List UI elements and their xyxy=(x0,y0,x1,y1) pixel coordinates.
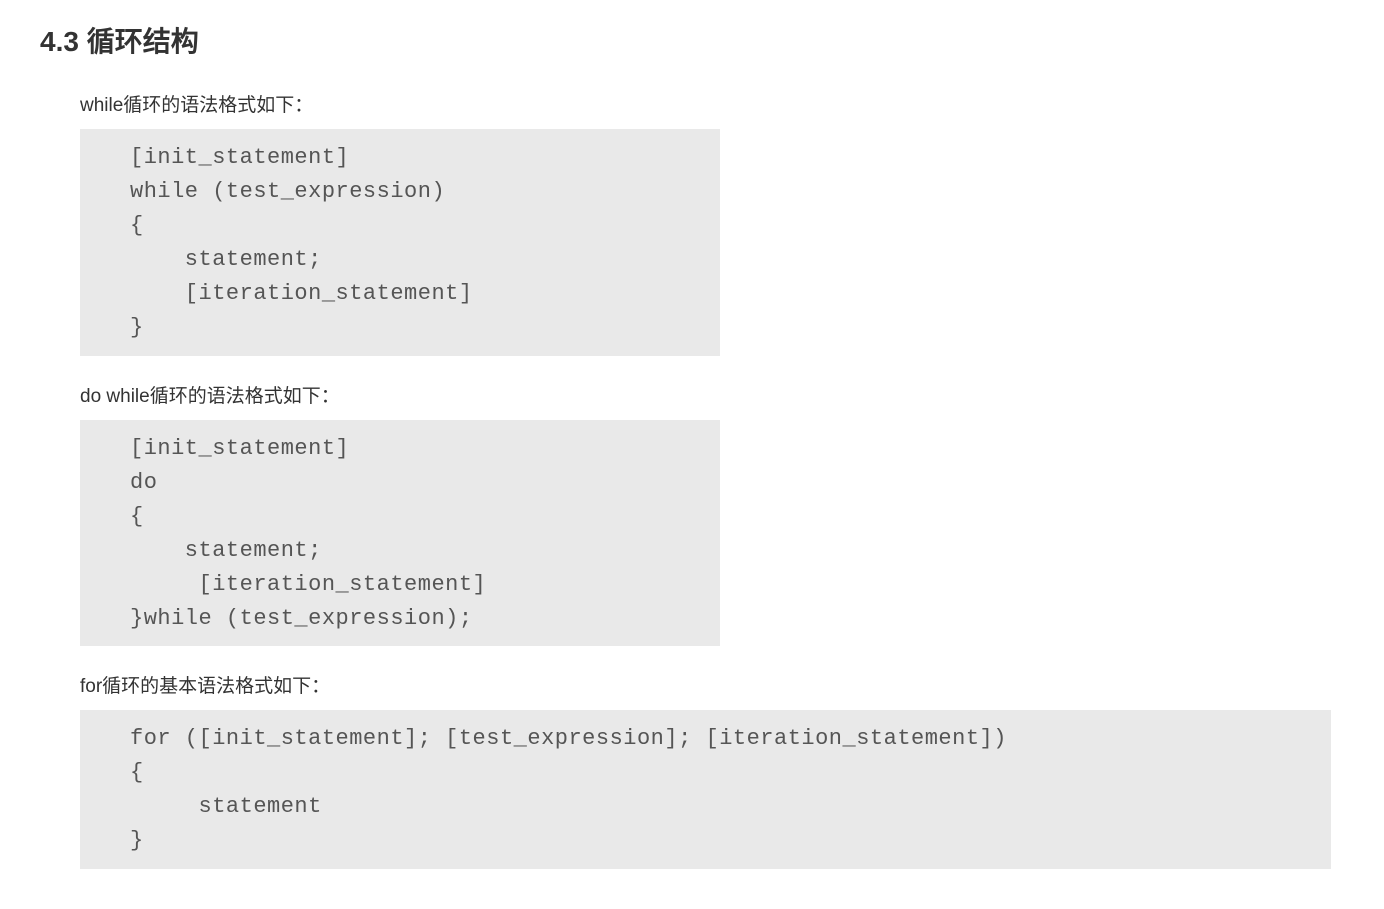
for-code-block: for ([init_statement]; [test_expression]… xyxy=(80,710,1331,868)
content-container: while循环的语法格式如下： [init_statement] while (… xyxy=(80,90,1344,869)
section-heading: 4.3 循环结构 xyxy=(40,20,1344,60)
dowhile-description: do while循环的语法格式如下： xyxy=(80,381,1344,408)
while-code-block: [init_statement] while (test_expression)… xyxy=(80,129,720,356)
dowhile-code-block: [init_statement] do { statement; [iterat… xyxy=(80,420,720,647)
for-description: for循环的基本语法格式如下： xyxy=(80,671,1344,698)
while-description: while循环的语法格式如下： xyxy=(80,90,1344,117)
